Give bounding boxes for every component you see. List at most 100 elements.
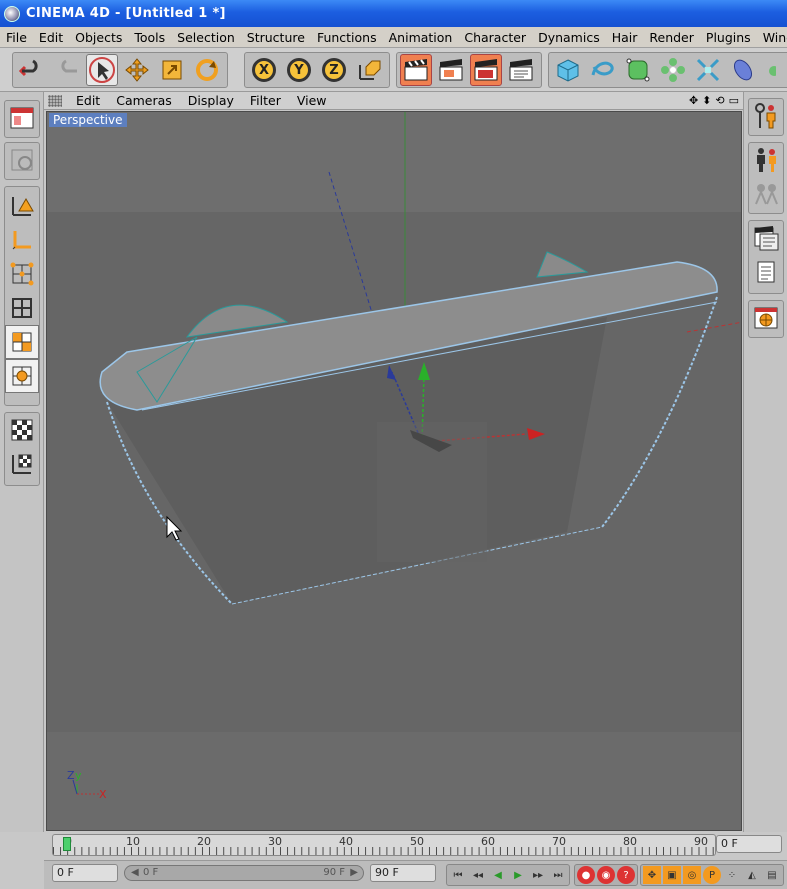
menu-dynamics[interactable]: Dynamics (532, 30, 606, 45)
edge-mode-button[interactable] (5, 291, 39, 325)
undo-icon (19, 59, 38, 77)
key-pla-icon[interactable]: ◭ (743, 866, 761, 884)
points-mode-button[interactable] (5, 189, 39, 223)
nurbs-object-button[interactable] (622, 54, 654, 86)
menu-render[interactable]: Render (643, 30, 700, 45)
start-frame-field[interactable]: 0 F (52, 864, 118, 882)
menu-window[interactable]: Window (757, 30, 787, 45)
texture-mode-axis-button[interactable] (5, 447, 39, 481)
previous-key-icon[interactable]: ◂◂ (469, 866, 487, 884)
redo-button[interactable] (51, 54, 83, 86)
rotate-tool-button[interactable] (191, 54, 223, 86)
texture-axis-mode-button[interactable] (5, 413, 39, 447)
render-view-button[interactable] (400, 54, 432, 86)
render-queue-button[interactable] (749, 221, 783, 255)
panel-grip-icon[interactable] (48, 94, 62, 107)
cube-icon (557, 59, 579, 82)
script-manager-button[interactable] (749, 255, 783, 289)
deformer-object-button[interactable] (692, 54, 724, 86)
menu-character[interactable]: Character (458, 30, 532, 45)
range-slider[interactable]: ◀ 0 F 90 F ▶ (124, 865, 364, 881)
play-forward-icon[interactable]: ▶ (509, 866, 527, 884)
ik-tool-button[interactable] (749, 143, 783, 177)
clapboard-settings-icon (509, 59, 533, 81)
perspective-viewport[interactable]: Z y X Perspective (46, 111, 742, 831)
light-object-button[interactable] (762, 54, 776, 86)
go-to-end-icon[interactable]: ⏭ (549, 866, 567, 884)
use-model-mode-button[interactable] (5, 101, 39, 135)
menu-selection[interactable]: Selection (171, 30, 241, 45)
rotate-view-icon[interactable]: ⟲ (715, 94, 724, 107)
right-group-3 (748, 220, 784, 294)
range-left-arrow-icon[interactable]: ◀ (131, 867, 139, 878)
menu-hair[interactable]: Hair (606, 30, 644, 45)
key-points-icon[interactable]: ⁘ (723, 866, 741, 884)
window-title: CINEMA 4D - [Untitled 1 *] (26, 6, 226, 21)
coordinate-system-button[interactable] (353, 54, 385, 86)
cube-object-button[interactable] (552, 54, 584, 86)
menu-tools[interactable]: Tools (128, 30, 171, 45)
array-object-button[interactable] (657, 54, 689, 86)
object-axis-mode-button[interactable] (5, 223, 39, 257)
keyframe-selection-icon[interactable]: ? (617, 866, 635, 884)
character-tools-button[interactable] (749, 99, 783, 133)
browser-button[interactable] (749, 301, 783, 335)
selection-arrow-icon (89, 57, 115, 83)
viewport-canvas[interactable]: Z y X (47, 112, 742, 831)
range-right-arrow-icon[interactable]: ▶ (350, 867, 358, 878)
viewport-camera-label[interactable]: Perspective (49, 113, 127, 127)
live-selection-button[interactable] (86, 54, 118, 86)
z-axis-lock-button[interactable]: Z (318, 54, 350, 86)
menu-structure[interactable]: Structure (241, 30, 311, 45)
left-group-4 (4, 412, 40, 486)
viewport-menu-edit[interactable]: Edit (68, 93, 108, 108)
right-group-1 (748, 98, 784, 136)
point-mode-button[interactable] (5, 257, 39, 291)
move-tool-button[interactable] (121, 54, 153, 86)
y-axis-lock-button[interactable]: Y (283, 54, 315, 86)
viewport-menu-cameras[interactable]: Cameras (108, 93, 180, 108)
pan-view-icon[interactable]: ✥ (689, 94, 698, 107)
render-region-button[interactable] (435, 54, 467, 86)
end-frame-field[interactable]: 90 F (370, 864, 436, 882)
menu-plugins[interactable]: Plugins (700, 30, 757, 45)
render-settings-button[interactable] (505, 54, 537, 86)
polygon-mode-button[interactable] (5, 325, 39, 359)
current-frame-field[interactable]: 0 F (716, 835, 782, 853)
key-rotation-icon[interactable]: ◎ (683, 866, 701, 884)
menu-animation[interactable]: Animation (383, 30, 459, 45)
viewport-menu-display[interactable]: Display (180, 93, 242, 108)
viewport-menu-view[interactable]: View (289, 93, 335, 108)
timeline-ruler[interactable]: 0 10 20 30 40 50 60 70 80 90 (52, 834, 716, 856)
menu-edit[interactable]: Edit (33, 30, 69, 45)
texture-mode-button[interactable] (5, 143, 39, 177)
scale-icon (162, 60, 182, 80)
current-frame-marker[interactable] (63, 837, 71, 851)
menu-file[interactable]: File (0, 30, 33, 45)
spline-object-button[interactable] (587, 54, 619, 86)
menu-objects[interactable]: Objects (69, 30, 128, 45)
timeline-settings-icon[interactable]: ▤ (763, 866, 781, 884)
dolly-view-icon[interactable]: ⬍ (702, 94, 711, 107)
go-to-start-icon[interactable]: ⏮ (449, 866, 467, 884)
key-position-icon[interactable]: ✥ (643, 866, 661, 884)
play-backward-icon[interactable]: ◀ (489, 866, 507, 884)
next-key-icon[interactable]: ▸▸ (529, 866, 547, 884)
joint-tool-button[interactable] (749, 177, 783, 211)
scale-tool-button[interactable] (156, 54, 188, 86)
key-scale-icon[interactable]: ▣ (663, 866, 681, 884)
web-browser-icon (754, 307, 778, 329)
bulge-deformer-icon (696, 58, 720, 82)
z-axis-label: Z (322, 58, 346, 82)
viewport-menu-filter[interactable]: Filter (242, 93, 289, 108)
maximize-view-icon[interactable]: ▭ (729, 94, 739, 107)
undo-button[interactable] (16, 54, 48, 86)
tweak-mode-button[interactable] (5, 359, 39, 393)
x-axis-lock-button[interactable]: X (248, 54, 280, 86)
autokey-icon[interactable]: ◉ (597, 866, 615, 884)
render-picture-viewer-button[interactable] (470, 54, 502, 86)
menu-functions[interactable]: Functions (311, 30, 383, 45)
scene-object-button[interactable] (727, 54, 759, 86)
record-icon[interactable]: ● (577, 866, 595, 884)
key-parameter-icon[interactable]: P (703, 866, 721, 884)
